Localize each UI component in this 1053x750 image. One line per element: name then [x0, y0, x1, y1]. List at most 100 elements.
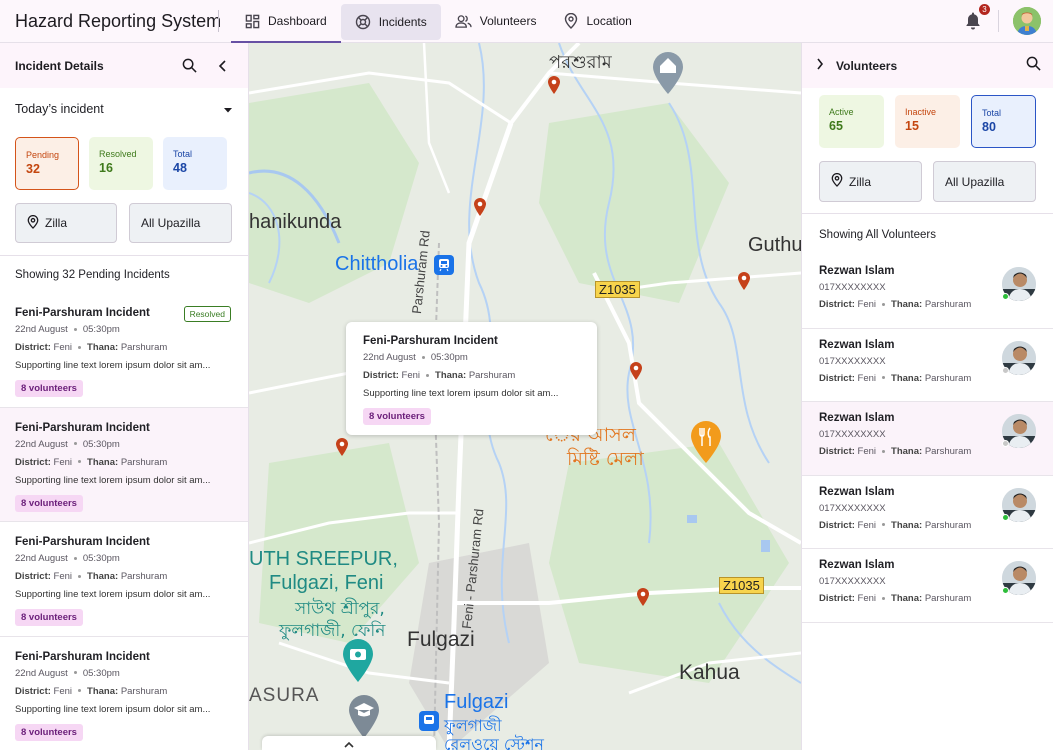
online-status-indicator	[1002, 293, 1009, 300]
map-label-hanikunda: hanikunda	[249, 211, 342, 233]
zilla-label: Zilla	[849, 174, 872, 189]
map-drawer-handle[interactable]	[262, 736, 436, 750]
incident-datetime: 22nd August 05:30pm	[15, 553, 233, 564]
district-label: District:	[819, 446, 855, 457]
volunteer-location: District: Feni Thana: Parshuram	[819, 593, 1036, 604]
search-icon[interactable]	[1026, 56, 1041, 76]
zilla-select[interactable]: Zilla	[15, 203, 117, 243]
district-value: Feni	[857, 446, 877, 457]
district-label: District:	[15, 571, 51, 582]
upazilla-select[interactable]: All Upazilla	[933, 161, 1036, 202]
district-label: District:	[819, 299, 855, 310]
incident-time: 05:30pm	[82, 553, 120, 564]
incident-popup[interactable]: Feni-Parshuram Incident 22nd August 05:30…	[346, 322, 597, 435]
stat-active[interactable]: Active 65	[819, 95, 884, 148]
caret-down-icon	[223, 102, 233, 116]
stat-value: 48	[173, 161, 187, 175]
incident-pin-icon[interactable]	[547, 75, 561, 100]
volunteer-location: District: Feni Thana: Parshuram	[819, 520, 1036, 531]
road-shield-z1035: Z1035	[595, 281, 640, 298]
incident-date: 22nd August	[15, 324, 68, 335]
incident-card[interactable]: Feni-Parshuram Incident 22nd August 05:30…	[0, 522, 248, 637]
incident-time: 05:30pm	[82, 667, 120, 679]
thana-label: Thana:	[435, 370, 467, 381]
location-icon	[564, 13, 578, 29]
incident-pin-icon[interactable]	[636, 587, 650, 612]
district-label: District:	[819, 372, 855, 384]
train-station-icon	[434, 255, 454, 275]
nav-dashboard-label: Dashboard	[268, 14, 327, 28]
volunteer-row[interactable]: Rezwan Islam 017XXXXXXXX District: Feni T…	[802, 476, 1053, 549]
volunteers-chip[interactable]: 8 volunteers	[15, 723, 83, 741]
incident-pin-icon[interactable]	[629, 361, 643, 386]
top-bar: Hazard Reporting System Dashboard Incide…	[0, 0, 1053, 43]
incident-card[interactable]: Feni-Parshuram Incident 22nd August 05:30…	[0, 407, 248, 522]
incident-pin-icon[interactable]	[335, 437, 349, 462]
incident-pin-icon[interactable]	[737, 271, 751, 296]
volunteers-chip[interactable]: 8 volunteers	[363, 408, 431, 425]
map-label-guthu: Guthu	[748, 234, 801, 256]
stat-total[interactable]: Total 80	[971, 95, 1036, 148]
incident-card[interactable]: Feni-Parshuram Incident 22nd August 05:30…	[0, 637, 248, 750]
thana-value: Parshuram	[924, 299, 972, 310]
district-label: District:	[363, 370, 399, 381]
online-status-indicator	[1002, 587, 1009, 594]
thana-label: Thana:	[891, 372, 923, 384]
chevron-left-icon[interactable]	[213, 56, 233, 76]
volunteer-row[interactable]: Rezwan Islam 017XXXXXXXX District: Feni T…	[802, 549, 1053, 623]
stat-pending[interactable]: Pending 32	[15, 137, 79, 190]
map-label-asura: ASURA	[249, 685, 320, 706]
location-pin-icon	[27, 214, 39, 232]
divider	[218, 10, 219, 32]
stat-inactive[interactable]: Inactive 15	[895, 95, 960, 148]
volunteer-row[interactable]: Rezwan Islam 017XXXXXXXX District: Feni T…	[802, 402, 1053, 476]
incident-list: Feni-Parshuram Incident Resolved 22nd Au…	[0, 293, 248, 750]
stat-label: Total	[982, 108, 1002, 118]
upazilla-select[interactable]: All Upazilla	[129, 203, 232, 243]
incident-filter-dropdown[interactable]: Today’s incident	[0, 88, 248, 130]
popup-title: Feni-Parshuram Incident	[363, 335, 498, 347]
user-avatar[interactable]	[1013, 7, 1041, 35]
stat-value: 16	[99, 161, 113, 175]
incident-location: District: Feni Thana: Parshuram	[15, 686, 233, 697]
stat-resolved[interactable]: Resolved 16	[89, 137, 153, 190]
incident-filter-value: Today’s incident	[15, 102, 104, 116]
incident-date: 22nd August	[15, 438, 68, 450]
incident-date: 22nd August	[15, 667, 68, 679]
upazilla-label: All Upazilla	[141, 216, 201, 230]
nav-dashboard[interactable]: Dashboard	[231, 0, 341, 43]
volunteers-chip[interactable]: 8 volunteers	[15, 494, 83, 512]
thana-value: Parshuram	[924, 519, 972, 531]
volunteer-location: District: Feni Thana: Parshuram	[819, 299, 1036, 310]
nav-location[interactable]: Location	[550, 0, 645, 43]
chevron-right-icon[interactable]	[816, 57, 824, 75]
district-label: District:	[15, 342, 51, 353]
thana-value: Parshuram	[120, 571, 168, 582]
incident-card[interactable]: Feni-Parshuram Incident Resolved 22nd Au…	[0, 293, 248, 408]
chevron-up-icon	[344, 736, 354, 750]
popup-description: Supporting line text lorem ipsum dolor s…	[363, 388, 559, 399]
notification-count-badge: 3	[979, 4, 990, 15]
nav-volunteers[interactable]: Volunteers	[441, 0, 551, 43]
volunteer-row[interactable]: Rezwan Islam 017XXXXXXXX District: Feni T…	[802, 255, 1053, 329]
map-label-sreepur: UTH SREEPUR,	[249, 548, 398, 570]
nav-incidents-label: Incidents	[378, 14, 427, 29]
stat-total[interactable]: Total 48	[163, 137, 227, 190]
zilla-select[interactable]: Zilla	[819, 161, 922, 202]
map-label-sweets-bn2: মিষ্টি মেলা	[567, 448, 644, 470]
volunteer-filters: Zilla All Upazilla	[802, 155, 1053, 208]
incident-pin-icon[interactable]	[473, 197, 487, 222]
online-status-indicator	[1002, 366, 1009, 374]
stat-label: Active	[829, 107, 854, 117]
nav-incidents[interactable]: Incidents	[340, 3, 441, 40]
search-icon[interactable]	[179, 56, 199, 76]
volunteer-row[interactable]: Rezwan Islam 017XXXXXXXX District: Feni T…	[802, 329, 1053, 402]
volunteers-chip[interactable]: 8 volunteers	[15, 380, 83, 397]
notification-bell-icon[interactable]: 3	[964, 4, 990, 31]
zilla-label: Zilla	[45, 216, 68, 230]
location-pin-icon	[831, 173, 843, 190]
volunteers-chip[interactable]: 8 volunteers	[15, 609, 83, 626]
thana-label: Thana:	[87, 342, 119, 353]
incident-title: Feni-Parshuram Incident	[15, 650, 150, 663]
thana-value: Parshuram	[120, 342, 168, 353]
